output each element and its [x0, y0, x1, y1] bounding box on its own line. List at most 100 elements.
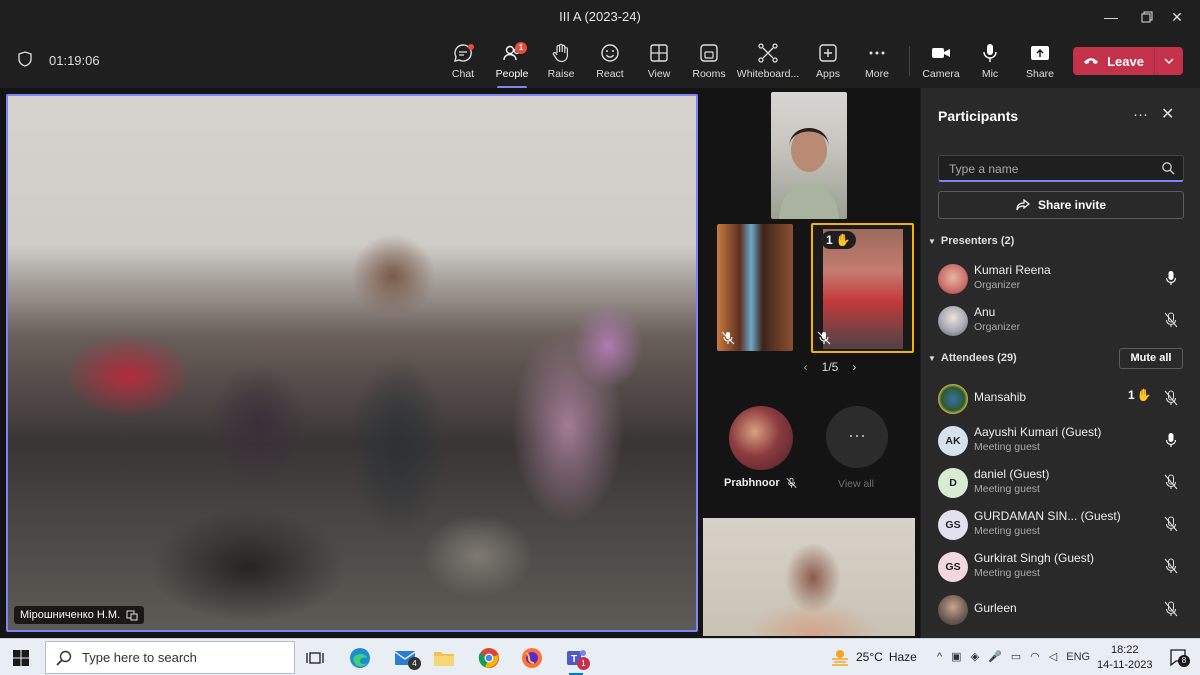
avatar-initials: GS	[938, 552, 968, 582]
leave-options-button[interactable]	[1155, 58, 1183, 64]
mic-off-icon	[1164, 601, 1178, 617]
participant-avatar[interactable]	[729, 406, 793, 470]
participant-row[interactable]: Kumari Reena Organizer	[938, 260, 1188, 296]
presenters-header[interactable]: ▼ Presenters (2)	[928, 235, 1014, 247]
hang-up-icon	[1084, 58, 1099, 64]
participant-face-image	[779, 128, 839, 219]
raise-label: Raise	[547, 68, 575, 80]
toolbar-divider	[909, 46, 910, 76]
meet-now-icon[interactable]: ▣	[951, 650, 961, 663]
firefox-button[interactable]	[519, 645, 545, 671]
participant-row[interactable]: GS Gurkirat Singh (Guest) Meeting guest	[938, 548, 1188, 584]
weather-widget[interactable]: 25°C Haze	[830, 648, 917, 666]
notification-count: 8	[1178, 655, 1190, 667]
more-button[interactable]: More	[848, 40, 906, 84]
whiteboard-label: Whiteboard...	[736, 68, 800, 80]
next-page-button[interactable]: ›	[852, 360, 856, 374]
participant-video-tile-hand-raised[interactable]: 1 ✋	[811, 223, 914, 353]
previous-page-button[interactable]: ‹	[804, 360, 808, 374]
notification-center-button[interactable]: 8	[1168, 647, 1190, 667]
mute-all-button[interactable]: Mute all	[1119, 348, 1183, 369]
apps-label: Apps	[816, 68, 840, 80]
whiteboard-button[interactable]: Whiteboard...	[736, 40, 800, 84]
presenters-header-label: Presenters (2)	[940, 235, 1015, 247]
meeting-toolbar: 01:19:06 Chat 1 People Raise React View …	[0, 34, 1200, 88]
avatar	[938, 384, 968, 414]
react-label: React	[596, 68, 624, 80]
edge-browser-button[interactable]	[347, 645, 373, 671]
participant-role: Organizer	[974, 279, 1021, 291]
search-input[interactable]	[949, 160, 1149, 178]
mic-off-icon	[1164, 312, 1178, 328]
taskbar-search-placeholder: Type here to search	[82, 650, 197, 665]
chevron-up-icon[interactable]: ^	[937, 651, 942, 663]
leave-label: Leave	[1107, 53, 1144, 69]
share-invite-label: Share invite	[1037, 198, 1107, 212]
avatar-initials: D	[938, 468, 968, 498]
volume-icon[interactable]: ◁	[1049, 650, 1057, 663]
task-view-button[interactable]	[302, 645, 328, 671]
folder-icon	[434, 652, 454, 666]
self-preview-video[interactable]	[703, 518, 915, 636]
close-window-button[interactable]: ✕	[1154, 0, 1200, 34]
file-explorer-button[interactable]	[431, 645, 457, 671]
system-clock[interactable]: 18:22 14-11-2023	[1097, 643, 1152, 673]
participant-search[interactable]	[938, 155, 1184, 182]
share-button[interactable]: Share	[1011, 40, 1069, 84]
start-button[interactable]	[8, 645, 34, 671]
view-label: View	[647, 68, 671, 80]
participant-row[interactable]: Anu Organizer	[938, 302, 1188, 338]
restore-icon	[1141, 11, 1153, 23]
participant-row[interactable]: Mansahib 1 ✋	[938, 380, 1188, 416]
attendees-header[interactable]: ▼ Attendees (29)	[928, 352, 1017, 364]
haze-weather-icon	[832, 650, 848, 666]
participant-role: Meeting guest	[974, 567, 1040, 579]
participant-row[interactable]: AK Aayushi Kumari (Guest) Meeting guest	[938, 422, 1188, 458]
security-icon[interactable]: ◈	[971, 650, 979, 663]
mic-on-icon	[1165, 271, 1177, 285]
attendees-header-label: Attendees (29)	[940, 352, 1017, 364]
participants-panel: Participants ··· ✕ Share invite ▼ Presen…	[920, 88, 1200, 638]
wifi-icon[interactable]: ◠	[1030, 650, 1040, 663]
page-indicator: 1/5	[821, 360, 839, 374]
participant-row[interactable]: D daniel (Guest) Meeting guest	[938, 464, 1188, 500]
mail-button[interactable]: 4	[393, 645, 421, 671]
view-all-label: View all	[838, 478, 874, 490]
more-options-icon[interactable]: ···	[1133, 106, 1148, 123]
leave-button[interactable]: Leave	[1073, 47, 1183, 75]
participant-video-tile[interactable]	[717, 224, 793, 351]
participant-row[interactable]: Gurleen	[938, 591, 1188, 627]
panel-title: Participants	[938, 108, 1019, 124]
participant-video-tile[interactable]	[771, 92, 847, 219]
window-title: III A (2023-24)	[559, 9, 641, 24]
raised-hand-icon: ✋	[1136, 388, 1152, 402]
share-invite-button[interactable]: Share invite	[938, 191, 1184, 219]
weather-temperature: 25°C	[856, 650, 883, 664]
close-panel-icon[interactable]: ✕	[1161, 104, 1174, 124]
chevron-down-icon	[1164, 58, 1174, 64]
main-video-feed[interactable]: Мірошниченко Н.М.	[6, 94, 698, 632]
shield-icon	[18, 51, 32, 67]
battery-icon[interactable]: ▭	[1011, 650, 1021, 663]
windows-taskbar: Type here to search 4 T 1 25°C Haze ^ ▣ …	[0, 638, 1200, 675]
mic-on-icon	[1165, 433, 1177, 447]
teams-button[interactable]: T 1	[563, 645, 590, 675]
people-badge: 1	[515, 42, 527, 54]
leave-main[interactable]: Leave	[1073, 47, 1155, 75]
taskbar-search-box[interactable]: Type here to search	[45, 641, 295, 674]
raised-hand-icon: ✋	[835, 233, 851, 247]
rooms-button[interactable]: Rooms	[680, 40, 738, 84]
smiley-icon	[601, 44, 619, 62]
task-view-icon	[306, 652, 324, 664]
input-language[interactable]: ENG	[1066, 651, 1090, 663]
chrome-icon	[478, 648, 499, 668]
participant-name: Gurkirat Singh (Guest)	[974, 551, 1095, 565]
participant-role: Meeting guest	[974, 441, 1040, 453]
avatar-initials: AK	[938, 426, 968, 456]
view-all-button[interactable]: ···	[826, 406, 888, 468]
microphone-tray-icon[interactable]: 🎤	[988, 650, 1002, 663]
chrome-button[interactable]	[476, 645, 502, 671]
firefox-icon	[522, 648, 542, 668]
participant-row[interactable]: GS GURDAMAN SIN... (Guest) Meeting guest	[938, 506, 1188, 542]
gallery-pager: ‹ 1/5 ›	[780, 360, 880, 374]
